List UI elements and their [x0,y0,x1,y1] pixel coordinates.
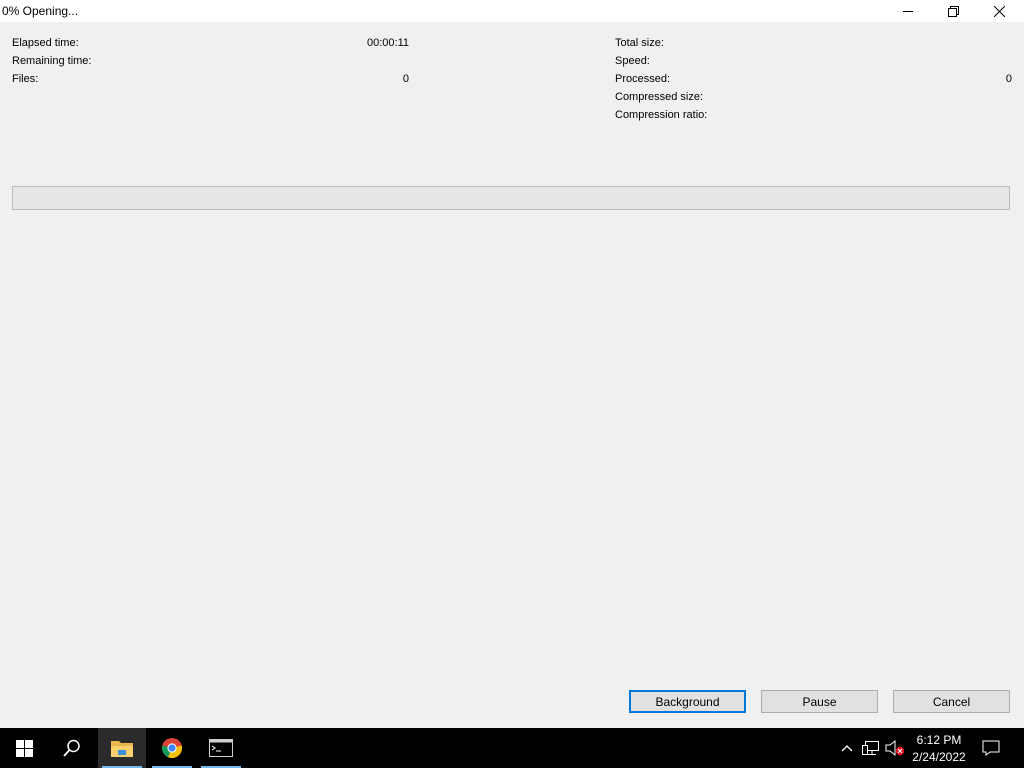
restore-icon [947,5,959,17]
action-center-button[interactable] [976,728,1006,768]
volume-button[interactable] [884,728,906,768]
close-button[interactable] [976,0,1022,22]
files-value: 0 [402,73,409,85]
taskbar-clock[interactable]: 6:12 PM 2/24/2022 [905,732,973,766]
remaining-time-label: Remaining time: [12,55,92,67]
compression-ratio-label: Compression ratio: [615,109,708,121]
chevron-up-icon [841,745,853,752]
minimize-icon [903,11,913,12]
files-label: Files: [12,73,39,85]
clock-time: 6:12 PM [916,733,962,747]
show-hidden-icons-button[interactable] [836,728,858,768]
window-title: 0% Opening... [2,4,79,18]
notification-icon [982,740,1000,756]
network-icon [862,741,879,755]
taskbar-chrome[interactable] [148,728,196,768]
processed-label: Processed: [615,73,671,85]
background-button[interactable]: Background [629,690,746,713]
elapsed-time-value: 00:00:11 [366,37,409,49]
restore-button[interactable] [930,0,976,22]
windows-start-icon [15,739,33,757]
start-button[interactable] [0,728,48,768]
terminal-icon [209,739,233,757]
processed-value: 0 [1005,73,1012,85]
pause-button[interactable]: Pause [761,690,878,713]
elapsed-time-label: Elapsed time: [12,37,79,49]
total-size-label: Total size: [615,37,664,49]
compressed-size-label: Compressed size: [615,91,704,103]
search-icon [63,739,80,757]
taskbar-terminal[interactable] [197,728,245,768]
clock-date: 2/24/2022 [912,750,966,764]
progress-bar [12,186,1010,210]
chrome-icon [161,738,183,759]
network-button[interactable] [860,728,882,768]
speed-label: Speed: [615,55,650,67]
file-explorer-icon [111,741,133,757]
taskbar: 6:12 PM 2/24/2022 [0,728,1024,768]
search-button[interactable] [48,728,96,768]
minimize-button[interactable] [885,0,931,22]
close-icon [993,5,1005,17]
volume-muted-icon [885,740,905,756]
taskbar-file-explorer[interactable] [98,728,146,768]
title-bar: 0% Opening... [0,0,1024,22]
cancel-button[interactable]: Cancel [893,690,1010,713]
